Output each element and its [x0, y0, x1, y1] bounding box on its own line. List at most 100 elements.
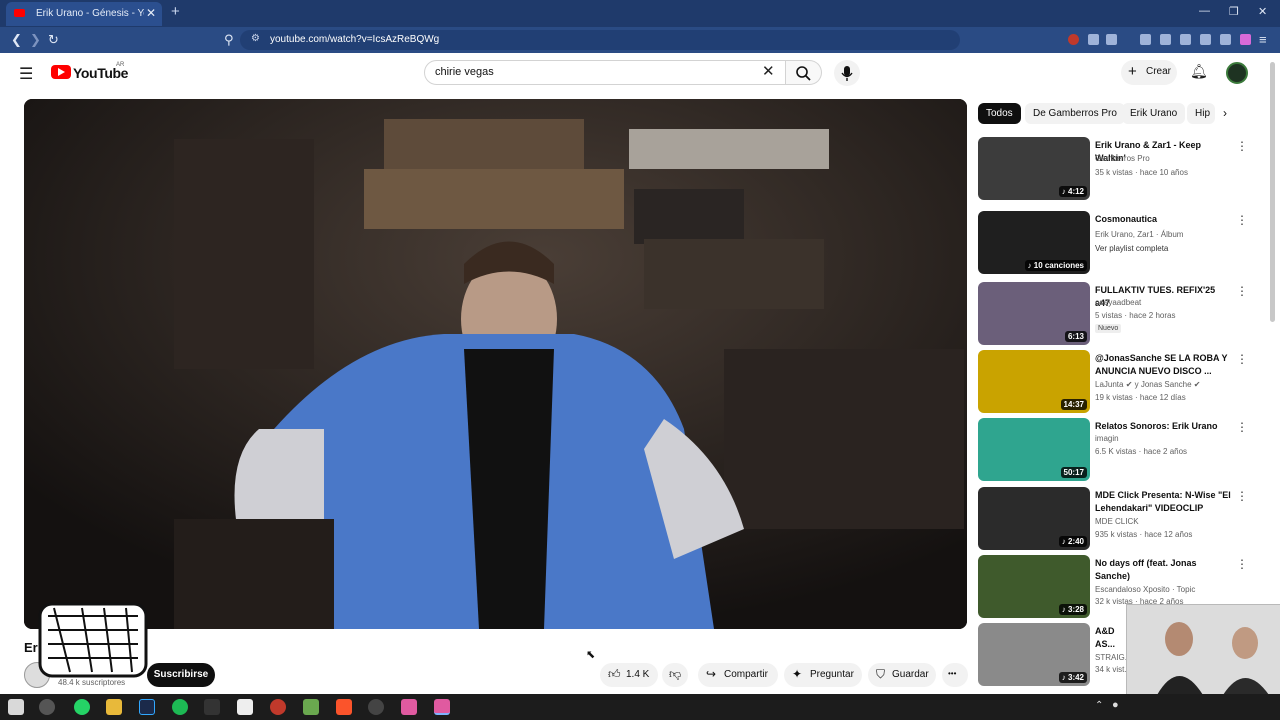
chip-todos[interactable]: Todos [978, 103, 1021, 124]
extension-icon[interactable] [1088, 34, 1099, 45]
rec-title[interactable]: Relatos Sonoros: Erik Urano [1095, 420, 1231, 433]
thumbnail[interactable]: ♪ 3:42 [978, 623, 1090, 686]
kebab-menu-icon[interactable]: ⋮ [1236, 139, 1248, 153]
url-field[interactable]: ⚙ youtube.com/watch?v=IcsAzReBQWg [240, 30, 960, 50]
app2-icon[interactable] [303, 699, 319, 715]
brave-icon[interactable] [336, 699, 352, 715]
record-icon[interactable] [1068, 34, 1079, 45]
kebab-menu-icon[interactable]: ⋮ [1236, 284, 1248, 298]
ask-button[interactable]: ✦ Preguntar [784, 663, 862, 687]
window-close-icon[interactable]: ✕ [1258, 5, 1267, 18]
maximize-icon[interactable]: ❐ [1229, 5, 1239, 18]
rec-channel[interactable]: imagin [1095, 434, 1119, 443]
obs-icon[interactable] [368, 699, 384, 715]
new-tab-button[interactable]: + [171, 3, 180, 20]
thumbnail[interactable]: ♪ 3:28 [978, 555, 1090, 618]
reload-icon[interactable]: ↻ [48, 32, 59, 48]
whatsapp-icon[interactable] [74, 699, 90, 715]
photoshop-icon[interactable] [139, 699, 155, 715]
puzzle-icon[interactable] [1106, 34, 1117, 45]
rec-title[interactable]: A&D AS... MALDI... [1095, 625, 1125, 652]
tray-chevron-icon[interactable]: ⌃ [1095, 700, 1103, 711]
voice-search-button[interactable] [834, 60, 860, 86]
save-button[interactable]: ⛉ Guardar [868, 663, 936, 687]
clear-search-icon[interactable]: ✕ [762, 62, 775, 80]
chip-hip[interactable]: Hip [1187, 103, 1215, 124]
thumbnail[interactable]: ♪ 10 canciones [978, 211, 1090, 274]
thumbs-up-icon: 👍︎ [608, 667, 621, 681]
rec-channel[interactable]: MDE CLICK [1095, 517, 1139, 526]
recommendation-item[interactable]: ♪ 4:12 Erik Urano & Zar1 - Keep Walkin' … [978, 137, 1268, 203]
bookmark-icon[interactable]: ⚲ [224, 32, 234, 48]
wallet-icon[interactable] [1180, 34, 1191, 45]
create-label: Crear [1146, 66, 1172, 77]
recommendation-item[interactable]: 14:37 @JonasSanche SE LA ROBA Y ANUNCIA … [978, 350, 1268, 416]
forward-icon[interactable]: ❯ [30, 32, 41, 48]
back-icon[interactable]: ❮ [11, 32, 22, 48]
thumbnail[interactable]: 14:37 [978, 350, 1090, 413]
recommendation-item[interactable]: 50:17 Relatos Sonoros: Erik Urano imagin… [978, 418, 1268, 484]
ask-label: Preguntar [810, 669, 854, 680]
profile-icon[interactable] [1240, 34, 1251, 45]
kebab-menu-icon[interactable]: ⋮ [1236, 420, 1248, 434]
file-explorer-icon[interactable] [106, 699, 122, 715]
rec-channel[interactable]: Erik Urano, Zar1 · Álbum [1095, 230, 1183, 239]
rec-channel[interactable]: Gamberros Pro [1095, 154, 1150, 163]
tray-mic-icon[interactable]: ● [1112, 699, 1119, 711]
overlay-graffiti-logo [34, 596, 152, 684]
sidebar-icon[interactable] [1160, 34, 1171, 45]
vpn-icon[interactable] [1220, 34, 1231, 45]
recorder-icon[interactable] [270, 699, 286, 715]
start-icon[interactable] [8, 699, 24, 715]
duration-badge: ♪ 2:40 [1058, 536, 1087, 547]
music-icon[interactable] [1140, 34, 1151, 45]
kebab-menu-icon[interactable]: ⋮ [1236, 213, 1248, 227]
app3-icon[interactable] [401, 699, 417, 715]
site-info-icon[interactable]: ⚙ [251, 33, 260, 44]
spotify-icon[interactable] [172, 699, 188, 715]
page-scrollbar[interactable] [1270, 62, 1275, 322]
chips-next-icon[interactable]: › [1223, 106, 1227, 120]
tab-close-icon[interactable]: ✕ [146, 6, 156, 20]
create-button[interactable]: + Crear [1121, 60, 1177, 85]
rec-title[interactable]: MDE Click Presenta: N-Wise "El Lehendaka… [1095, 489, 1231, 515]
account-avatar[interactable] [1226, 62, 1248, 84]
search-button[interactable] [786, 60, 822, 85]
rec-channel[interactable]: LaJunta ✔ y Jonas Sanche ✔ [1095, 380, 1200, 389]
app-icon[interactable] [204, 699, 220, 715]
minimize-icon[interactable]: — [1199, 5, 1210, 17]
rec-title[interactable]: @JonasSanche SE LA ROBA Y ANUNCIA NUEVO … [1095, 352, 1231, 378]
chip-gamberros[interactable]: De Gamberros Pro [1025, 103, 1125, 124]
kebab-menu-icon[interactable]: ⋮ [1236, 352, 1248, 366]
chip-erik-urano[interactable]: Erik Urano [1122, 103, 1186, 124]
rec-meta[interactable]: Ver playlist completa [1095, 244, 1168, 253]
recommendation-item[interactable]: 6:13 FULLAKTIV TUES. REFIX'25 a47 oneyaa… [978, 282, 1268, 348]
hamburger-menu-icon[interactable]: ☰ [19, 64, 33, 84]
recommendation-item[interactable]: ♪ 10 canciones Cosmonautica Erik Urano, … [978, 211, 1268, 277]
like-button[interactable]: 👍︎ 1.4 K [600, 663, 658, 687]
rec-channel[interactable]: Escandaloso Xposito · Topic [1095, 585, 1195, 594]
leo-icon[interactable] [1200, 34, 1211, 45]
kebab-menu-icon[interactable]: ⋮ [1236, 489, 1248, 503]
kebab-menu-icon[interactable]: ⋮ [1236, 557, 1248, 571]
app4-icon[interactable] [434, 699, 450, 715]
search-taskbar-icon[interactable] [39, 699, 55, 715]
recommendation-item[interactable]: ♪ 2:40 MDE Click Presenta: N-Wise "El Le… [978, 487, 1268, 553]
thumbnail[interactable]: ♪ 2:40 [978, 487, 1090, 550]
notifications-bell-icon[interactable]: 🔔︎ [1190, 63, 1208, 80]
search-input[interactable]: chirie vegas [424, 60, 786, 85]
thumbnail[interactable]: ♪ 4:12 [978, 137, 1090, 200]
rec-title[interactable]: Cosmonautica [1095, 213, 1231, 226]
rec-title[interactable]: No days off (feat. Jonas Sanche) [1095, 557, 1231, 583]
capcut-icon[interactable] [237, 699, 253, 715]
dislike-button[interactable]: 👎︎ [662, 663, 688, 687]
browser-tab[interactable]: Erik Urano - Génesis - YouTube ✕ [6, 2, 162, 26]
rec-channel[interactable]: oneyaadbeat [1095, 298, 1141, 307]
thumbnail[interactable]: 50:17 [978, 418, 1090, 481]
thumbnail[interactable]: 6:13 [978, 282, 1090, 345]
subscribe-button[interactable]: Suscribirse [147, 663, 215, 687]
more-actions-button[interactable]: ••• [942, 663, 968, 687]
menu-icon[interactable]: ≡ [1259, 32, 1267, 47]
share-button[interactable]: ↪ Compartir [698, 663, 778, 687]
video-player[interactable] [24, 99, 967, 629]
